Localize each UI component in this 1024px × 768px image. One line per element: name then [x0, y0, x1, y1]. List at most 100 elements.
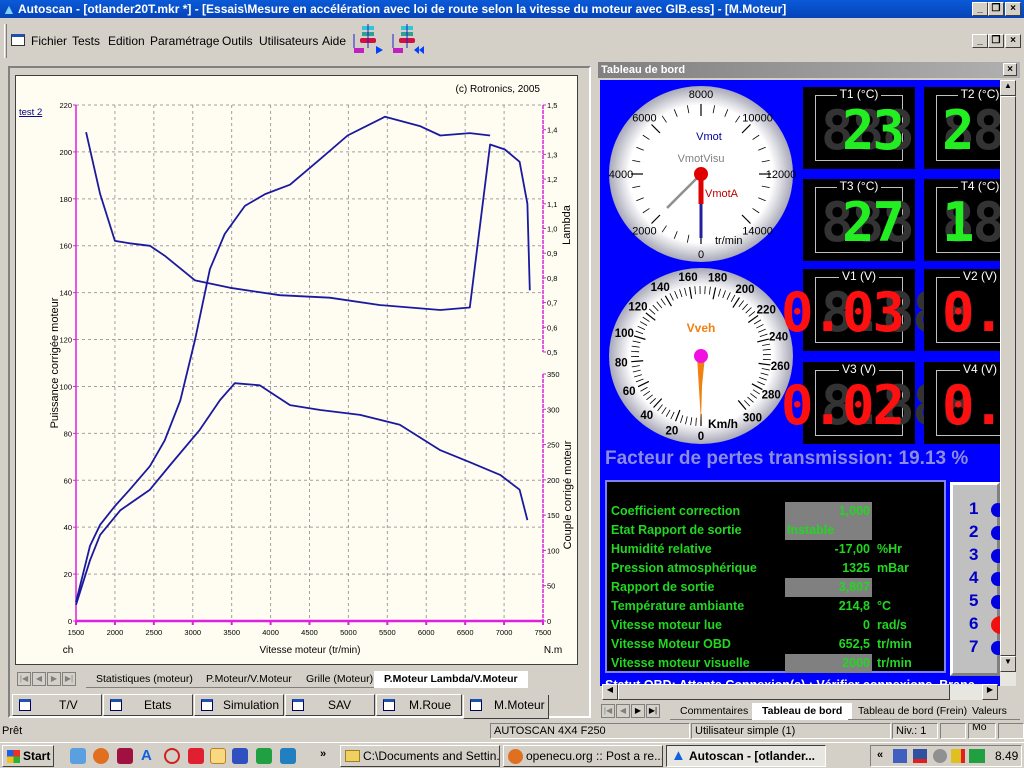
tab-sav[interactable]: SAV [285, 694, 375, 716]
info-label: Vitesse moteur visuelle [611, 656, 750, 670]
next-tab-button[interactable]: ▶ [631, 704, 645, 718]
taskbar-overflow-button[interactable]: » [320, 748, 326, 760]
prev-sheet-button[interactable]: ◀ [32, 672, 46, 686]
x-tick-label: 3500 [223, 628, 240, 637]
run-test-icon[interactable] [350, 24, 386, 60]
scroll-right-button[interactable]: ▶ [982, 684, 998, 700]
info-row: Température ambiante 214,8 °C [611, 597, 941, 616]
gauge-label: 60 [623, 386, 636, 398]
scroll-left-button[interactable]: ◀ [602, 684, 618, 700]
quicklaunch-app-icon[interactable] [188, 748, 204, 764]
info-label: Rapport de sortie [611, 580, 715, 594]
menu-edition[interactable]: Edition [108, 34, 145, 48]
first-sheet-button[interactable]: |◀ [17, 672, 31, 686]
right-unit-label: N.m [544, 645, 562, 656]
tab-mroue[interactable]: M.Roue [376, 694, 462, 716]
menu-fichier[interactable]: Fichier [31, 34, 67, 48]
status-empty-3 [998, 723, 1024, 739]
gauge-label: 6000 [632, 112, 656, 124]
prev-tab-button[interactable]: ◀ [616, 704, 630, 718]
x-tick-label: 3000 [184, 628, 201, 637]
left-tick-label: 220 [59, 101, 72, 110]
horizontal-scrollbar[interactable]: ◀ ▶ [602, 684, 998, 700]
tray-security-icon[interactable] [951, 749, 965, 763]
legend-entry[interactable]: test 2 [19, 107, 42, 118]
tab-mmoteur[interactable]: M.Moteur [463, 695, 549, 719]
tab-tableau-de-bord-frein[interactable]: Tableau de bord (Frein) [848, 703, 978, 720]
gauge-label: 160 [678, 272, 697, 284]
quicklaunch-save-icon[interactable] [117, 748, 133, 764]
task-explorer[interactable]: C:\Documents and Settin... [340, 745, 500, 767]
minimize-button[interactable]: _ [972, 2, 988, 16]
digital-display-v2: V2 (V) 8.88 0.0 [924, 269, 1000, 351]
last-tab-button[interactable]: ▶| [646, 704, 660, 718]
menu-outils[interactable]: Outils [222, 34, 253, 48]
dashboard-close-button[interactable]: × [1003, 63, 1017, 76]
child-minimize-button[interactable]: _ [972, 34, 988, 48]
tray-expand-button[interactable]: « [877, 749, 883, 761]
quicklaunch-clock-icon[interactable] [210, 748, 226, 764]
scroll-down-button[interactable]: ▼ [1000, 656, 1016, 672]
gear-indicator: 1 2 3 4 5 6 7 [950, 482, 1000, 676]
torque-series-line [75, 382, 529, 606]
lambda-series-line [85, 132, 531, 311]
menu-utilisateurs[interactable]: Utilisateurs [259, 34, 318, 48]
last-sheet-button[interactable]: ▶| [62, 672, 76, 686]
sheet-tab-pmoteur[interactable]: P.Moteur/V.Moteur [196, 671, 302, 688]
lambda-tick-label: 1,5 [547, 101, 557, 110]
tab-simulation[interactable]: Simulation [194, 694, 284, 716]
quicklaunch-excel-icon[interactable] [256, 748, 272, 764]
quicklaunch-firefox-icon[interactable] [93, 748, 109, 764]
gauge-label: 0 [698, 431, 704, 443]
maximize-button[interactable]: ❐ [988, 2, 1004, 16]
sheet-tab-statistiques[interactable]: Statistiques (moteur) [86, 671, 203, 688]
x-tick-label: 5000 [340, 628, 357, 637]
start-button[interactable]: Start [2, 745, 54, 767]
rewind-test-icon[interactable] [389, 24, 425, 60]
tray-volume-icon[interactable] [933, 749, 947, 763]
quicklaunch-word-icon[interactable] [232, 748, 248, 764]
close-button[interactable]: × [1005, 2, 1021, 16]
tab-etats[interactable]: Etats [103, 694, 193, 716]
info-row: Rapport de sortie 3,807 [611, 578, 941, 597]
clock[interactable]: 8.49 [995, 749, 1018, 763]
x-tick-label: 6000 [418, 628, 435, 637]
task-firefox[interactable]: openecu.org :: Post a re... [503, 745, 663, 767]
tab-valeurs[interactable]: Valeurs Mo [962, 703, 1020, 733]
tray-battery-icon[interactable] [969, 749, 985, 763]
menu-aide[interactable]: Aide [322, 34, 346, 48]
sheet-tab-lambda[interactable]: P.Moteur Lambda/V.Moteur [374, 671, 528, 688]
child-close-button[interactable]: × [1005, 34, 1021, 48]
quicklaunch-ie-icon[interactable] [70, 748, 86, 764]
quicklaunch-infinity-icon[interactable] [164, 748, 180, 764]
tab-tableau-de-bord[interactable]: Tableau de bord [752, 703, 853, 720]
vertical-scrollbar[interactable]: ▲ ▼ [1000, 80, 1016, 686]
info-unit: tr/min [877, 637, 912, 651]
torque-tick-label: 300 [547, 405, 560, 414]
menu-parametrage[interactable]: Paramétrage [150, 34, 219, 48]
gear-5: 5 [969, 591, 1000, 611]
sheet-tab-grille[interactable]: Grille (Moteur) [296, 671, 384, 688]
window-icon [470, 699, 482, 711]
menu-tests[interactable]: Tests [72, 34, 100, 48]
tray-disconnected-icon[interactable] [913, 749, 927, 763]
scroll-thumb[interactable] [1000, 96, 1016, 656]
child-restore-button[interactable]: ❐ [988, 34, 1004, 48]
first-tab-button[interactable]: |◀ [601, 704, 615, 718]
gauge-label: 2000 [632, 226, 656, 238]
task-autoscan[interactable]: ▲ Autoscan - [otlander... [666, 745, 826, 767]
hscroll-thumb[interactable] [618, 684, 950, 700]
scroll-up-button[interactable]: ▲ [1000, 80, 1016, 96]
tab-commentaires[interactable]: Commentaires [670, 703, 759, 720]
info-unit: %Hr [877, 542, 903, 556]
quicklaunch-a-icon[interactable] [280, 748, 296, 764]
gear-lamp-icon [991, 572, 1000, 586]
quicklaunch-autoscan-icon[interactable]: A [141, 748, 157, 764]
torque-axis-label: Couple corrigé moteur [562, 440, 574, 549]
tab-tv[interactable]: T/V [12, 694, 102, 716]
tray-network-icon[interactable] [893, 749, 907, 763]
gauge-label: 20 [665, 426, 678, 438]
gauge-label: 300 [743, 412, 762, 424]
next-sheet-button[interactable]: ▶ [47, 672, 61, 686]
needle-hub [694, 349, 708, 363]
